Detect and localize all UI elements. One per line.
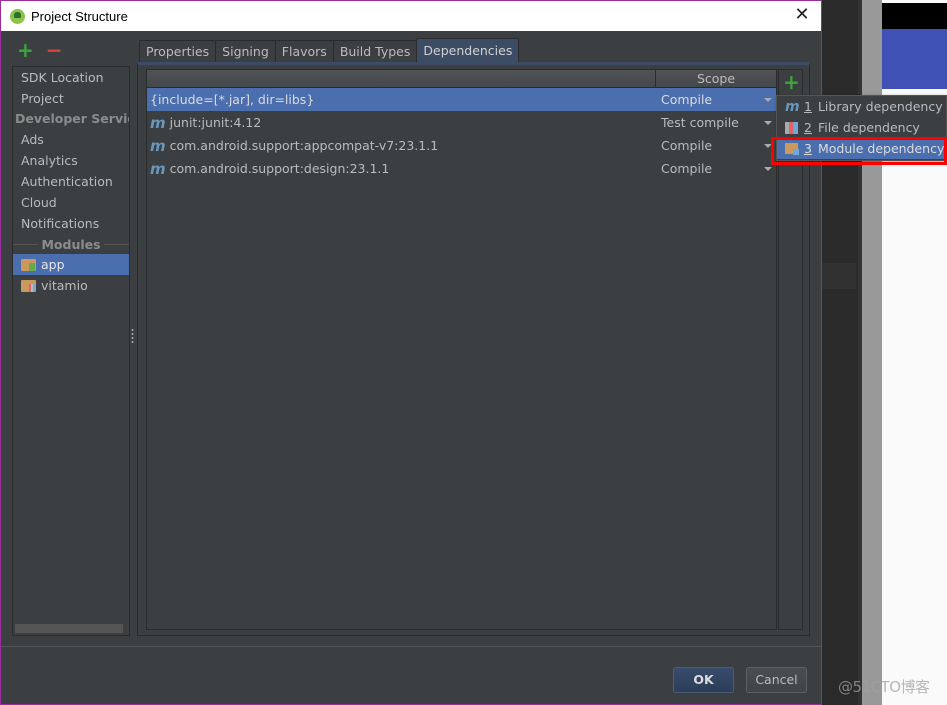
dependency-name: junit:junit:4.12 [169, 115, 262, 130]
column-header-scope[interactable]: Scope [656, 70, 776, 87]
table-row[interactable]: m com.android.support:design:23.1.1 Comp… [147, 157, 776, 180]
sidebar-item-ads[interactable]: Ads [13, 129, 129, 150]
scope-value: Compile [661, 92, 713, 107]
sidebar-item-cloud[interactable]: Cloud [13, 192, 129, 213]
tab-properties[interactable]: Properties [139, 40, 217, 62]
footer-divider [1, 646, 821, 647]
tab-bar: Properties Signing Flavors Build Types D… [139, 38, 520, 62]
chevron-down-icon[interactable] [764, 97, 772, 102]
annotation-highlight-box [771, 137, 947, 165]
sidebar-item-authentication[interactable]: Authentication [13, 171, 129, 192]
table-row[interactable]: {include=[*.jar], dir=libs} Compile [147, 88, 776, 111]
dependency-cell: m com.android.support:design:23.1.1 [147, 160, 657, 178]
menu-item-library-dependency[interactable]: m 1 Library dependency [777, 96, 946, 117]
menu-label: Library dependency [817, 99, 943, 114]
scope-select[interactable]: Compile [657, 161, 776, 176]
splitter-handle[interactable] [131, 328, 134, 344]
dependency-name: {include=[*.jar], dir=libs} [150, 92, 315, 107]
add-dependency-button[interactable]: + [783, 72, 800, 92]
dependency-name: com.android.support:design:23.1.1 [169, 161, 390, 176]
scope-select[interactable]: Compile [657, 92, 776, 107]
table-row[interactable]: m com.android.support:appcompat-v7:23.1.… [147, 134, 776, 157]
column-header-name[interactable] [147, 70, 656, 87]
sidebar-item-module-app[interactable]: app [13, 254, 129, 275]
add-module-button[interactable]: + [17, 40, 34, 60]
sidebar-section-modules: Modules [13, 234, 130, 254]
dependency-name: com.android.support:appcompat-v7:23.1.1 [169, 138, 439, 153]
sidebar-item-sdk-location[interactable]: SDK Location [13, 67, 129, 88]
sidebar-item-notifications[interactable]: Notifications [13, 213, 129, 234]
divider [103, 243, 130, 245]
sidebar-item-module-vitamio[interactable]: vitamio [13, 275, 129, 296]
scope-select[interactable]: Compile [657, 138, 776, 153]
scope-value: Test compile [661, 115, 739, 130]
tab-signing[interactable]: Signing [215, 40, 276, 62]
dependency-cell: m com.android.support:appcompat-v7:23.1.… [147, 137, 657, 155]
preview-status-bar [882, 3, 947, 29]
sidebar: SDK Location Project Developer Services … [12, 66, 130, 636]
tab-flavors[interactable]: Flavors [274, 40, 334, 62]
dependency-cell: m junit:junit:4.12 [147, 114, 657, 132]
preview-app-bar [882, 29, 947, 89]
file-jar-icon [785, 121, 798, 134]
sidebar-horizontal-scrollbar[interactable] [15, 624, 123, 633]
sidebar-item-analytics[interactable]: Analytics [13, 150, 129, 171]
remove-module-button[interactable]: − [46, 40, 63, 60]
cancel-button[interactable]: Cancel [746, 667, 807, 693]
dependencies-table: Scope {include=[*.jar], dir=libs} Compil… [146, 69, 777, 630]
menu-mnemonic: 2 [804, 120, 812, 135]
sidebar-toolbar: + − [17, 40, 63, 60]
close-button[interactable]: ✕ [791, 4, 813, 26]
chevron-down-icon[interactable] [764, 166, 772, 171]
tab-build-types[interactable]: Build Types [332, 40, 418, 62]
chevron-down-icon[interactable] [764, 120, 772, 125]
modules-header: Modules [41, 236, 101, 252]
sidebar-item-project[interactable]: Project [13, 88, 129, 109]
maven-m-icon: m [150, 136, 166, 155]
scope-select[interactable]: Test compile [657, 115, 776, 130]
tab-dependencies[interactable]: Dependencies [416, 38, 520, 62]
library-module-icon [21, 279, 36, 292]
window-title: Project Structure [31, 8, 128, 24]
watermark: @51CTO博客 [838, 678, 930, 696]
android-studio-icon [10, 8, 25, 24]
module-label: vitamio [41, 278, 88, 293]
scope-value: Compile [661, 138, 713, 153]
menu-item-file-dependency[interactable]: 2 File dependency [777, 117, 946, 138]
scope-value: Compile [661, 161, 713, 176]
library-m-icon: m [785, 98, 800, 115]
module-label: app [41, 257, 65, 272]
sidebar-section-developer-services: Developer Services [15, 111, 129, 126]
ide-highlighted-line [822, 263, 856, 289]
maven-m-icon: m [150, 159, 166, 178]
maven-m-icon: m [150, 113, 166, 132]
menu-label: File dependency [817, 120, 920, 135]
divider [13, 243, 39, 245]
title-bar: Project Structure ✕ [1, 0, 821, 31]
table-header: Scope [147, 70, 776, 88]
menu-mnemonic: 1 [804, 99, 812, 114]
android-module-icon [21, 258, 36, 271]
project-structure-dialog: Project Structure ✕ + − SDK Location Pro… [0, 0, 822, 705]
table-row[interactable]: m junit:junit:4.12 Test compile [147, 111, 776, 134]
ok-button[interactable]: OK [673, 667, 734, 693]
